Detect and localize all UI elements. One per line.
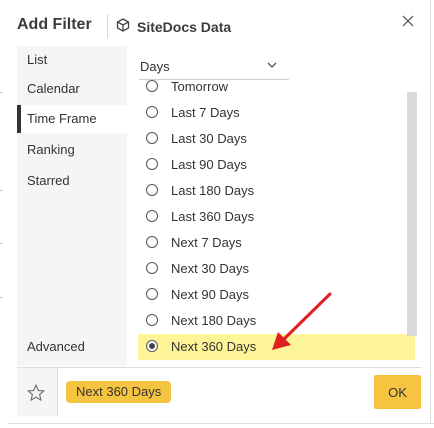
dialog-title: Add Filter xyxy=(17,16,92,33)
sidebar-item-label: List xyxy=(27,52,48,67)
radio-button[interactable] xyxy=(146,80,158,92)
sidebar-item-label: Ranking xyxy=(27,142,75,157)
list-scrollbar[interactable] xyxy=(407,92,417,336)
background-tick xyxy=(0,243,3,244)
data-source-name: SiteDocs Data xyxy=(137,19,232,35)
sidebar-item-label: Advanced xyxy=(27,339,85,354)
radio-button[interactable] xyxy=(146,314,158,326)
footer-separator xyxy=(57,368,58,416)
chevron-down-icon xyxy=(267,62,277,68)
annotation-arrow-icon xyxy=(272,292,332,350)
option-label: Last 7 Days xyxy=(171,105,240,120)
dialog-bottom-border xyxy=(8,423,434,424)
option-label: Next 90 Days xyxy=(171,287,250,302)
active-indicator xyxy=(17,105,21,133)
option-label: Next 180 Days xyxy=(171,313,257,328)
footer-divider xyxy=(17,367,421,368)
filter-type-sidebar: List Calendar Time Frame Ranking Starred… xyxy=(17,46,127,366)
sidebar-item-label: Time Frame xyxy=(27,111,97,126)
option-label: Tomorrow xyxy=(171,80,229,94)
option-label: Last 90 Days xyxy=(171,157,247,172)
sidebar-item-time-frame[interactable]: Time Frame xyxy=(17,105,127,133)
radio-button[interactable] xyxy=(146,158,158,170)
sidebar-item-label: Calendar xyxy=(27,81,80,96)
option-label: Last 360 Days xyxy=(171,209,255,224)
granularity-value: Days xyxy=(140,59,170,74)
option-label: Next 360 Days xyxy=(171,339,257,354)
timeframe-option[interactable]: Last 30 Days xyxy=(138,126,415,152)
radio-button[interactable] xyxy=(146,288,158,300)
star-icon[interactable] xyxy=(26,383,46,403)
background-tick xyxy=(0,297,3,298)
option-label: Last 180 Days xyxy=(171,183,255,198)
option-label: Next 7 Days xyxy=(171,235,242,250)
cube-icon xyxy=(116,18,130,32)
option-label: Last 30 Days xyxy=(171,131,247,146)
radio-button[interactable] xyxy=(146,132,158,144)
sidebar-item-calendar[interactable]: Calendar xyxy=(17,75,127,103)
timeframe-option[interactable]: Last 360 Days xyxy=(138,204,415,230)
timeframe-option[interactable]: Last 180 Days xyxy=(138,178,415,204)
add-filter-dialog: Add Filter SiteDocs Data List Calendar T… xyxy=(4,0,434,424)
close-icon[interactable] xyxy=(400,13,416,29)
selected-filter-chip: Next 360 Days xyxy=(66,381,172,403)
background-tick xyxy=(0,190,3,191)
radio-button[interactable] xyxy=(146,106,158,118)
timeframe-option[interactable]: Next 30 Days xyxy=(138,256,415,282)
sidebar-item-advanced[interactable]: Advanced xyxy=(17,333,127,361)
timeframe-option[interactable]: Last 7 Days xyxy=(138,100,415,126)
sidebar-item-starred[interactable]: Starred xyxy=(17,167,127,195)
radio-button[interactable] xyxy=(146,210,158,222)
radio-button[interactable] xyxy=(146,236,158,248)
sidebar-item-ranking[interactable]: Ranking xyxy=(17,136,127,164)
option-label: Next 30 Days xyxy=(171,261,250,276)
ok-button[interactable]: OK xyxy=(374,375,421,409)
title-divider xyxy=(107,14,108,38)
timeframe-option[interactable]: Tomorrow xyxy=(138,80,415,100)
timeframe-option[interactable]: Last 90 Days xyxy=(138,152,415,178)
radio-button[interactable] xyxy=(146,262,158,274)
background-tick xyxy=(0,92,3,93)
sidebar-item-list[interactable]: List xyxy=(17,46,127,74)
radio-button[interactable] xyxy=(146,184,158,196)
timeframe-option[interactable]: Next 7 Days xyxy=(138,230,415,256)
sidebar-item-label: Starred xyxy=(27,173,70,188)
radio-button-checked[interactable] xyxy=(146,340,158,352)
